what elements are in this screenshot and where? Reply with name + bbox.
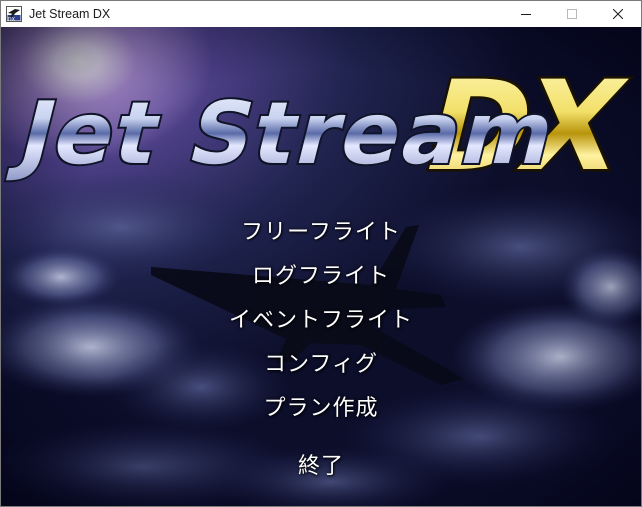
main-menu: フリーフライト ログフライト イベントフライト コンフィグ プラン作成 終了 bbox=[1, 27, 641, 506]
title-screen: DX Jet Stream フリーフライト ログフライト イベントフライト コン… bbox=[1, 27, 641, 506]
svg-text:DX: DX bbox=[8, 17, 16, 22]
window-title: Jet Stream DX bbox=[29, 7, 111, 21]
minimize-button[interactable] bbox=[503, 1, 549, 27]
menu-item-log-flight[interactable]: ログフライト bbox=[1, 263, 641, 291]
menu-item-event-flight[interactable]: イベントフライト bbox=[1, 307, 641, 335]
app-window: DX Jet Stream DX DX Jet Stream フリーフライト ロ… bbox=[0, 0, 642, 507]
menu-item-free-flight[interactable]: フリーフライト bbox=[1, 219, 641, 247]
close-button[interactable] bbox=[595, 1, 641, 27]
maximize-icon bbox=[567, 9, 577, 19]
minimize-icon bbox=[521, 9, 531, 19]
menu-item-plan-creation[interactable]: プラン作成 bbox=[1, 395, 641, 423]
title-bar[interactable]: DX Jet Stream DX bbox=[1, 1, 641, 27]
app-icon: DX bbox=[6, 6, 22, 23]
maximize-button[interactable] bbox=[549, 1, 595, 27]
menu-item-exit[interactable]: 終了 bbox=[1, 453, 641, 481]
close-icon bbox=[613, 9, 623, 19]
menu-item-config[interactable]: コンフィグ bbox=[1, 351, 641, 379]
